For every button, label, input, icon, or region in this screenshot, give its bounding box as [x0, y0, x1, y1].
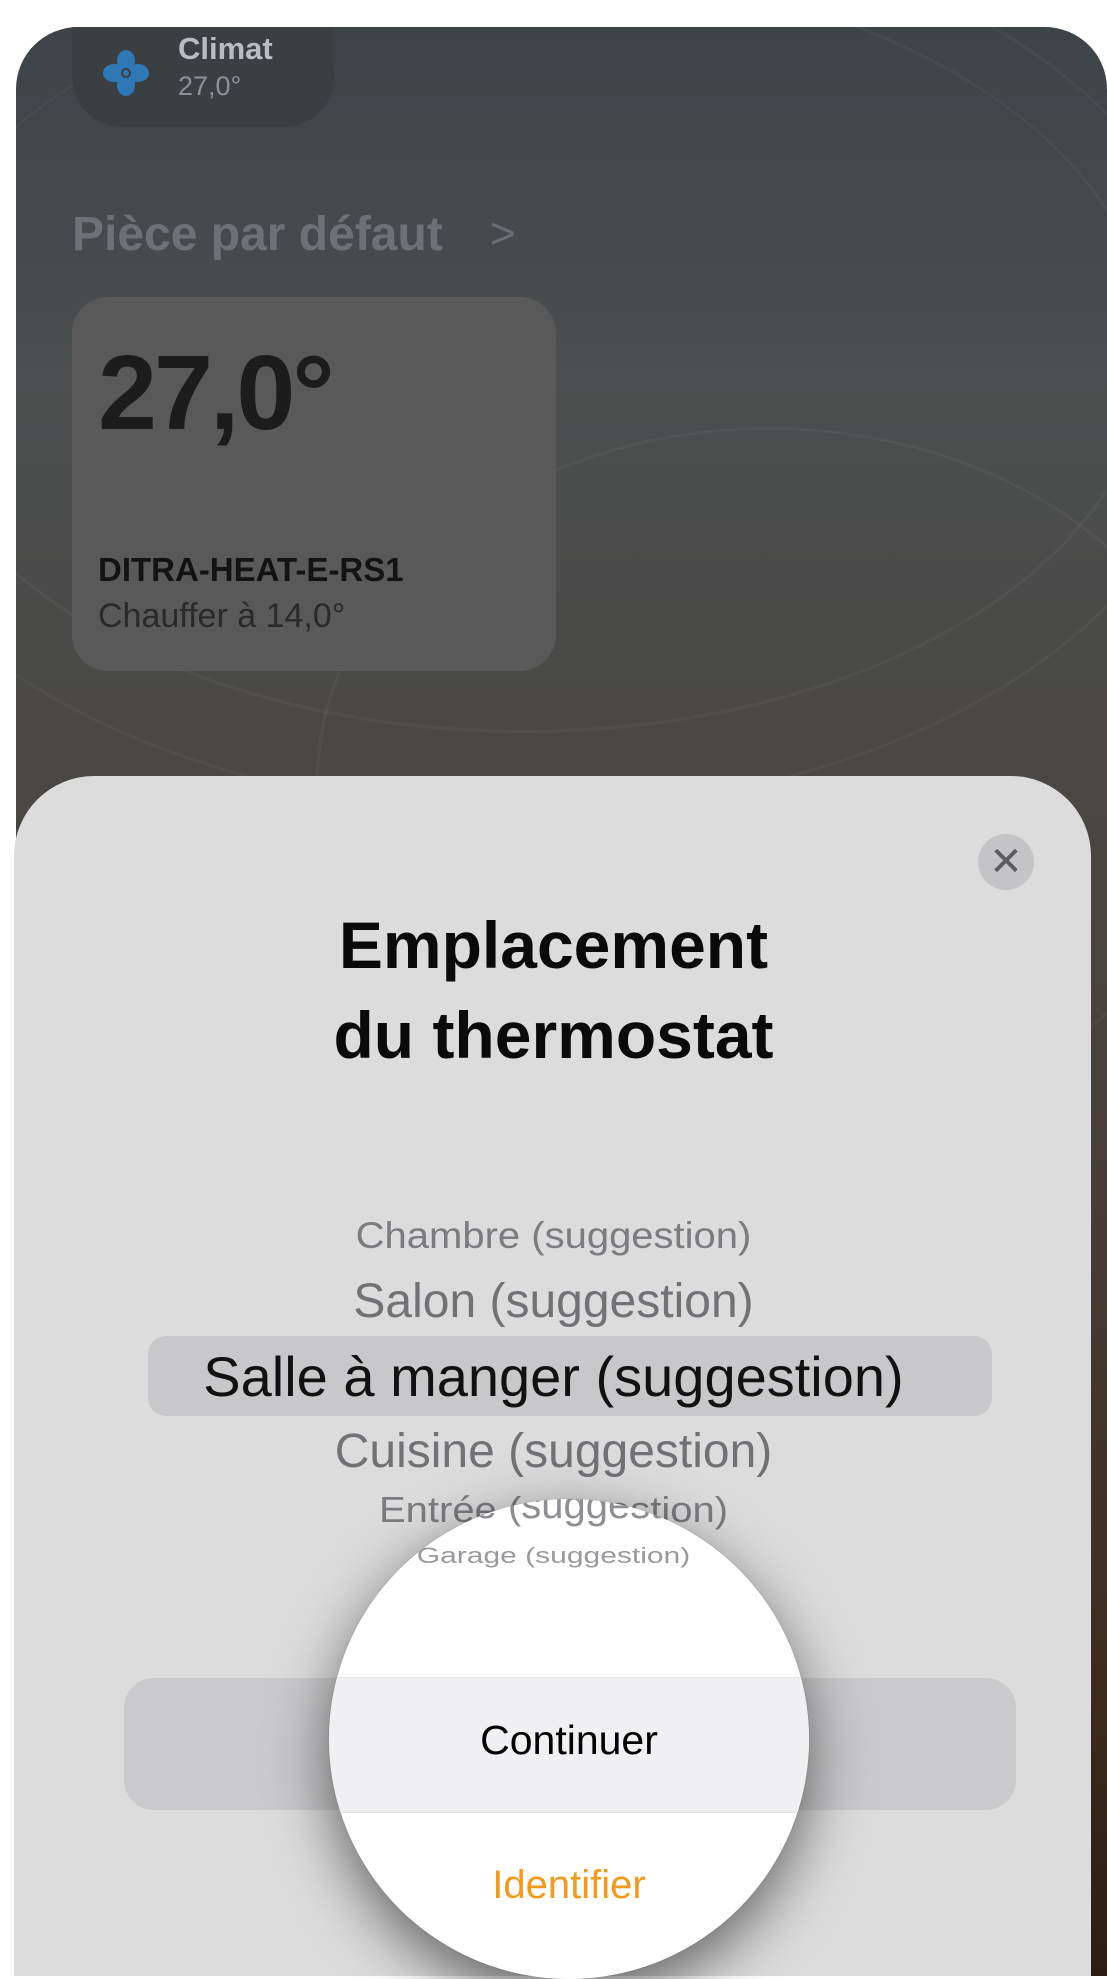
tile-accessory-name: DITRA-HEAT-E-RS1	[98, 551, 404, 588]
close-icon[interactable]: ✕	[978, 834, 1034, 890]
tile-temperature: 27,0°	[98, 334, 335, 452]
lens-option: Entrée (suggestion)	[378, 1499, 729, 1527]
picker-option[interactable]: Salon (suggestion)	[0, 1274, 1107, 1329]
picker-option[interactable]: Cuisine (suggestion)	[0, 1424, 1107, 1479]
climat-label: Climat	[178, 31, 273, 66]
continue-button-label[interactable]: Continuer	[329, 1717, 809, 1764]
magnifier-lens: Entrée (suggestion) Garage (suggestion) …	[329, 1499, 809, 1979]
chevron-right-icon[interactable]: >	[490, 209, 516, 259]
lens-option: Garage (suggestion)	[416, 1543, 691, 1568]
picker-option-selected[interactable]: Salle à manger (suggestion)	[0, 1344, 1107, 1409]
room-title[interactable]: Pièce par défaut	[72, 207, 443, 262]
picker-option[interactable]: Chambre (suggestion)	[0, 1216, 1107, 1257]
tile-status: Chauffer à 14,0°	[98, 597, 346, 635]
climat-value: 27,0°	[178, 71, 242, 101]
identify-button[interactable]: Identifier	[329, 1863, 809, 1908]
modal-title-line1: Emplacement	[338, 908, 769, 982]
thermostat-tile[interactable]: 27,0° DITRA-HEAT-E-RS1 Chauffer à 14,0°	[72, 297, 556, 671]
modal-title: Emplacement du thermostat	[0, 900, 1107, 1080]
climat-status-chip[interactable]: Climat 27,0°	[72, 27, 334, 127]
fan-icon	[103, 50, 149, 96]
modal-title-line2: du thermostat	[333, 998, 774, 1072]
